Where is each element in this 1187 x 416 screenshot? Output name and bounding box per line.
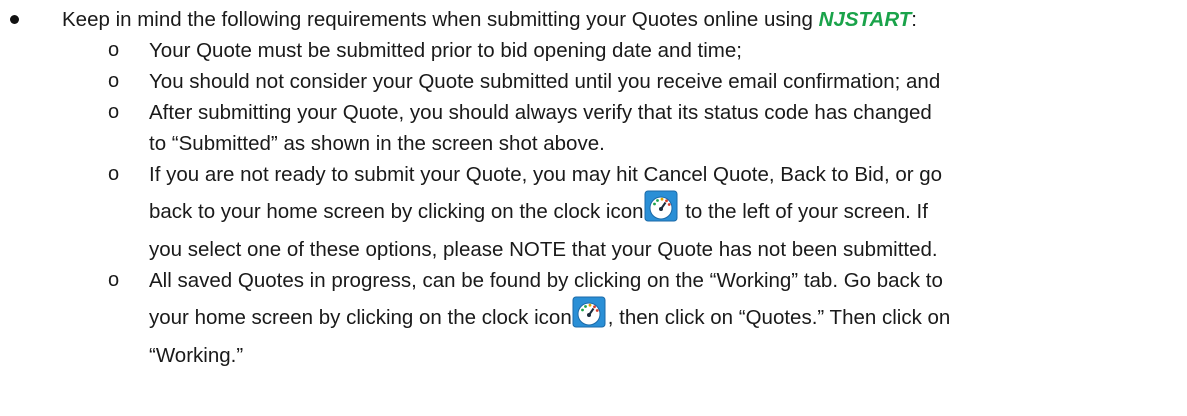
text-before-icon: your home screen by clicking on the cloc… xyxy=(149,306,572,329)
list-item-text-line-with-icon: back to your home screen by clicking on … xyxy=(149,190,1179,234)
text-before-icon: back to your home screen by clicking on … xyxy=(149,200,644,223)
main-bullet: Keep in mind the following requirements … xyxy=(0,0,1187,35)
bullet-intro-text: Keep in mind the following requirements … xyxy=(62,8,819,31)
list-item-text: You should not consider your Quote submi… xyxy=(149,70,941,93)
bullet-marker xyxy=(10,15,19,24)
list-item: o You should not consider your Quote sub… xyxy=(0,66,1187,97)
text-after-icon: to the left of your screen. If xyxy=(679,200,928,223)
list-item-text-line: After submitting your Quote, you should … xyxy=(149,101,932,124)
dashboard-clock-icon xyxy=(644,190,678,222)
sub-bullet-marker: o xyxy=(108,39,120,61)
sub-bullet-marker: o xyxy=(108,70,120,92)
list-item-text-line: to “Submitted” as shown in the screen sh… xyxy=(149,132,605,155)
list-item: o If you are not ready to submit your Qu… xyxy=(0,159,1187,265)
text-after-icon: , then click on “Quotes.” Then click on xyxy=(607,306,951,329)
dashboard-clock-icon xyxy=(572,296,606,328)
list-item-text-line: If you are not ready to submit your Quot… xyxy=(149,163,943,186)
sub-bullet-marker: o xyxy=(108,269,120,291)
njstart-brand: NJSTART xyxy=(818,8,912,31)
list-item: o All saved Quotes in progress, can be f… xyxy=(0,265,1187,371)
list-item-text-line: “Working.” xyxy=(149,344,244,367)
list-item-text-line-with-icon: your home screen by clicking on the cloc… xyxy=(149,296,1179,340)
sub-bullet-marker: o xyxy=(108,163,120,185)
list-item: o After submitting your Quote, you shoul… xyxy=(0,97,1187,159)
requirements-list: o Your Quote must be submitted prior to … xyxy=(0,35,1187,371)
list-item-text-line: you select one of these options, please … xyxy=(149,238,938,261)
sub-bullet-marker: o xyxy=(108,101,120,123)
list-item: o Your Quote must be submitted prior to … xyxy=(0,35,1187,66)
list-item-text: Your Quote must be submitted prior to bi… xyxy=(149,39,742,62)
document-page: Keep in mind the following requirements … xyxy=(0,0,1187,371)
bullet-colon: : xyxy=(911,8,917,31)
list-item-text-line: All saved Quotes in progress, can be fou… xyxy=(149,269,943,292)
